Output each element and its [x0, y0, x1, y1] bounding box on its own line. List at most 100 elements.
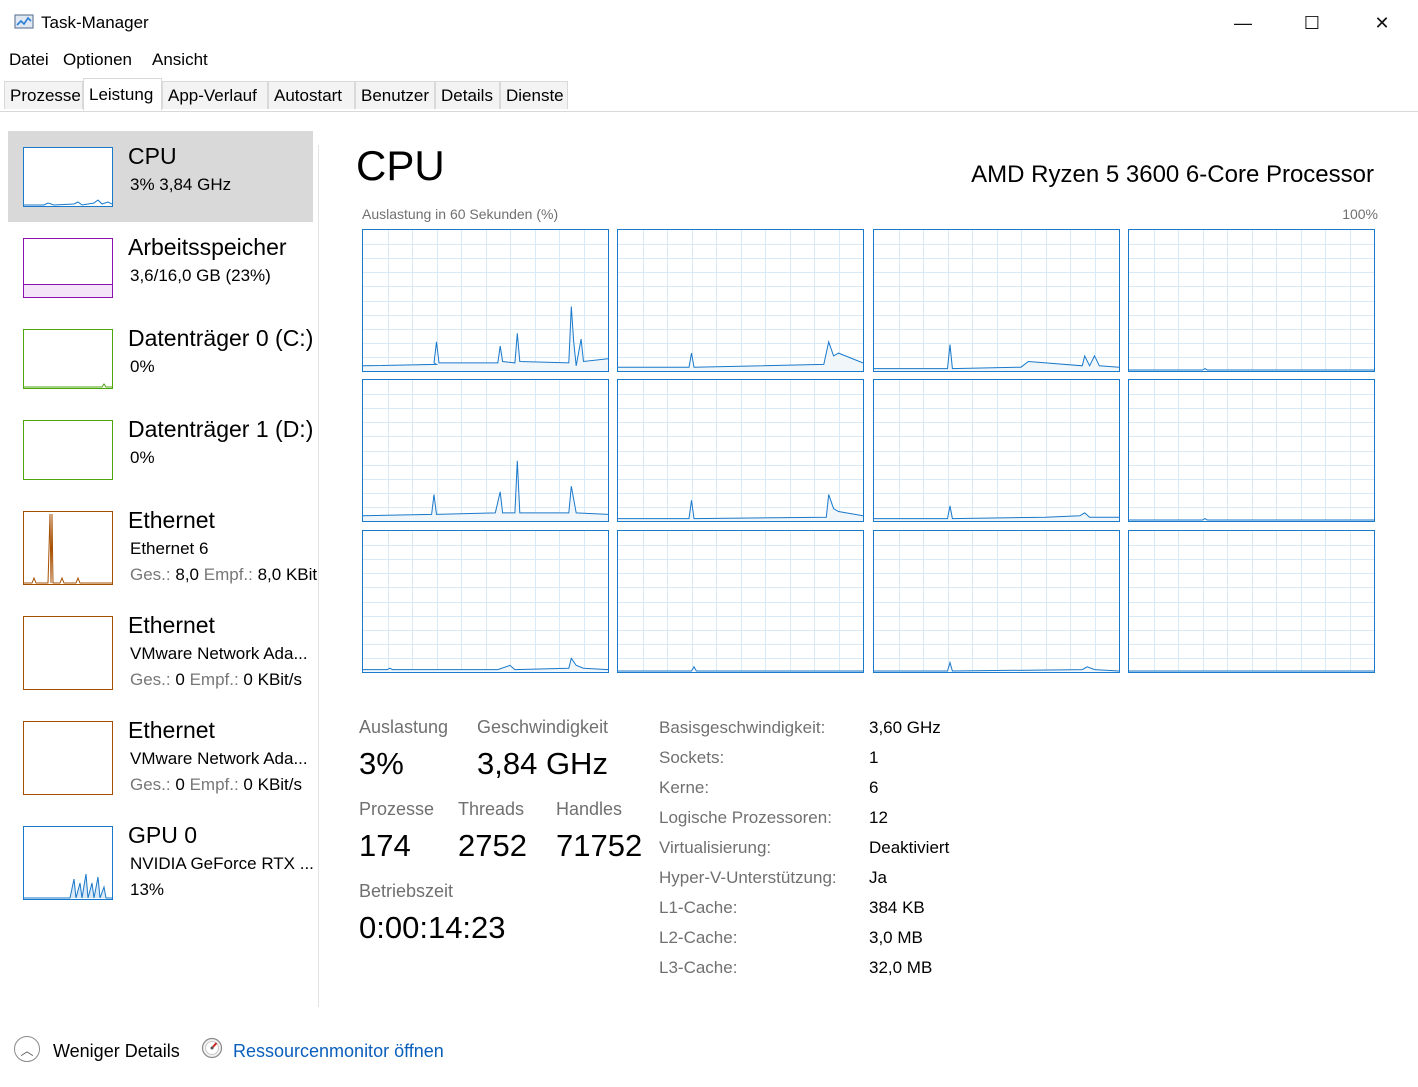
usage-line [874, 344, 1119, 370]
maximize-icon: ☐ [1303, 12, 1321, 33]
threads-value: 2752 [458, 828, 527, 863]
cpu-core-graph [617, 379, 864, 522]
cpu-core-graph-svg [363, 380, 608, 521]
gpu-mini-graph [23, 826, 113, 900]
handles-label: Handles [556, 799, 623, 819]
close-button[interactable]: ✕ [1347, 0, 1417, 46]
threads-label: Threads [458, 799, 525, 819]
cpu-core-graph-svg [363, 531, 608, 672]
info-label: L3-Cache: [659, 958, 738, 977]
cpu-core-graph-svg [874, 380, 1119, 521]
tab-autostart[interactable]: Autostart [268, 81, 355, 109]
sidebar-item-detail: 3% 3,84 GHz [130, 175, 232, 194]
cpu-core-graph-svg [874, 531, 1119, 672]
info-label: Hyper-V-Unterstützung: [659, 868, 837, 887]
sidebar-item-title: CPU [128, 143, 177, 169]
uptime-value: 0:00:14:23 [359, 910, 506, 945]
sidebar-item-ethernet-6[interactable]: Ethernet Ethernet 6 Ges.: 8,0 Empf.: 8,0… [8, 495, 317, 595]
cpu-core-graph [362, 530, 609, 673]
cpu-core-graph [362, 229, 609, 372]
sidebar-item-gpu-0[interactable]: GPU 0 NVIDIA GeForce RTX ... 13% [8, 810, 314, 910]
speed-label: Geschwindigkeit [477, 717, 609, 737]
info-label: Sockets: [659, 748, 725, 767]
disk-mini-graph [23, 420, 113, 480]
usage-line [874, 660, 1119, 672]
info-value: 384 KB [869, 898, 925, 917]
cpu-core-graph [1128, 379, 1375, 522]
handles-value: 71752 [556, 828, 643, 863]
less-details-button[interactable]: Weniger Details [53, 1041, 180, 1062]
footer-divider [0, 1012, 1418, 1013]
received-label: Empf.: [203, 565, 253, 584]
received-value: 0 KBit/s [243, 775, 303, 794]
cpu-core-graph [873, 229, 1120, 372]
info-value: 1 [869, 748, 879, 767]
memory-mini-graph [23, 238, 113, 298]
cpu-core-graph [617, 229, 864, 372]
tab-prozesse[interactable]: Prozesse [4, 81, 83, 109]
cpu-core-graph-svg [1129, 230, 1374, 371]
info-label: Virtualisierung: [659, 838, 772, 857]
window-title: Task-Manager [41, 13, 149, 32]
menu-datei[interactable]: Datei [9, 50, 49, 70]
sidebar-item-title: Ethernet [128, 717, 215, 743]
sent-value: 0 [175, 670, 185, 689]
info-value: Ja [869, 868, 887, 887]
sidebar-item-throughput: Ges.: 0 Empf.: 0 KBit/s [130, 670, 302, 690]
title-bar [0, 0, 1418, 46]
sidebar-item-detail: 0% [130, 357, 155, 376]
sidebar-item-title: Ethernet [128, 612, 215, 638]
page-title: CPU [356, 142, 445, 189]
info-label: Kerne: [659, 778, 710, 797]
info-value: 12 [869, 808, 888, 827]
sidebar-item-ethernet-vmware-1[interactable]: Ethernet VMware Network Ada... Ges.: 0 E… [8, 600, 313, 700]
sidebar-item-memory[interactable]: Arbeitsspeicher 3,6/16,0 GB (23%) [8, 222, 313, 313]
sidebar-item-disk-0[interactable]: Datenträger 0 (C:) 0% [8, 313, 313, 404]
tab-dienste[interactable]: Dienste [500, 81, 568, 109]
sidebar-item-detail: 0% [130, 448, 155, 467]
sidebar-item-title: GPU 0 [128, 822, 198, 848]
task-manager-icon [14, 14, 34, 29]
maximize-button[interactable]: ☐ [1277, 0, 1347, 46]
sidebar-item-detail: NVIDIA GeForce RTX ... [130, 854, 314, 873]
usage-line [1129, 368, 1374, 371]
utilization-label: Auslastung [359, 717, 449, 737]
utilization-value: 3% [359, 746, 404, 781]
menu-ansicht[interactable]: Ansicht [152, 50, 208, 70]
network-mini-graph [23, 511, 113, 585]
cpu-core-graph [362, 379, 609, 522]
graph-max-label: 100% [1342, 206, 1378, 222]
disk-mini-graph [23, 329, 113, 389]
sidebar-item-throughput: Ges.: 0 Empf.: 0 KBit/s [130, 775, 302, 795]
info-value: Deaktiviert [869, 838, 950, 857]
received-value: 8,0 KBit [257, 565, 318, 584]
info-label: Logische Prozessoren: [659, 808, 832, 827]
sidebar-item-title: Datenträger 0 (C:) [128, 325, 314, 351]
resource-monitor-link[interactable]: Ressourcenmonitor öffnen [233, 1041, 444, 1062]
cpu-mini-graph [23, 147, 113, 207]
graph-caption: Auslastung in 60 Sekunden (%) [362, 206, 559, 222]
network-mini-graph [23, 616, 113, 690]
minimize-button[interactable]: — [1208, 0, 1278, 46]
tab-benutzer[interactable]: Benutzer [355, 81, 435, 109]
resource-monitor-icon[interactable] [201, 1037, 223, 1059]
sidebar-item-cpu[interactable]: CPU 3% 3,84 GHz [8, 131, 313, 222]
sidebar-item-usage: 13% [130, 880, 165, 899]
sidebar-item-throughput: Ges.: 8,0 Empf.: 8,0 KBit [130, 565, 318, 585]
received-label: Empf.: [189, 670, 239, 689]
usage-line [618, 494, 863, 520]
close-icon: ✕ [1374, 12, 1390, 33]
speed-value: 3,84 GHz [477, 746, 608, 781]
tab-leistung[interactable]: Leistung [83, 78, 162, 111]
uptime-label: Betriebszeit [359, 881, 454, 901]
chevron-up-icon[interactable]: ︿ [14, 1036, 40, 1062]
cpu-core-graph-svg [874, 230, 1119, 371]
sidebar-item-detail: VMware Network Ada... [130, 749, 308, 768]
tab-details[interactable]: Details [435, 81, 500, 109]
sidebar-item-disk-1[interactable]: Datenträger 1 (D:) 0% [8, 404, 313, 495]
sidebar-item-ethernet-vmware-2[interactable]: Ethernet VMware Network Ada... Ges.: 0 E… [8, 705, 313, 805]
processes-value: 174 [359, 828, 411, 863]
menu-optionen[interactable]: Optionen [63, 50, 132, 70]
tab-app-verlauf[interactable]: App-Verlauf [162, 81, 268, 109]
info-label: Basisgeschwindigkeit: [659, 718, 826, 737]
